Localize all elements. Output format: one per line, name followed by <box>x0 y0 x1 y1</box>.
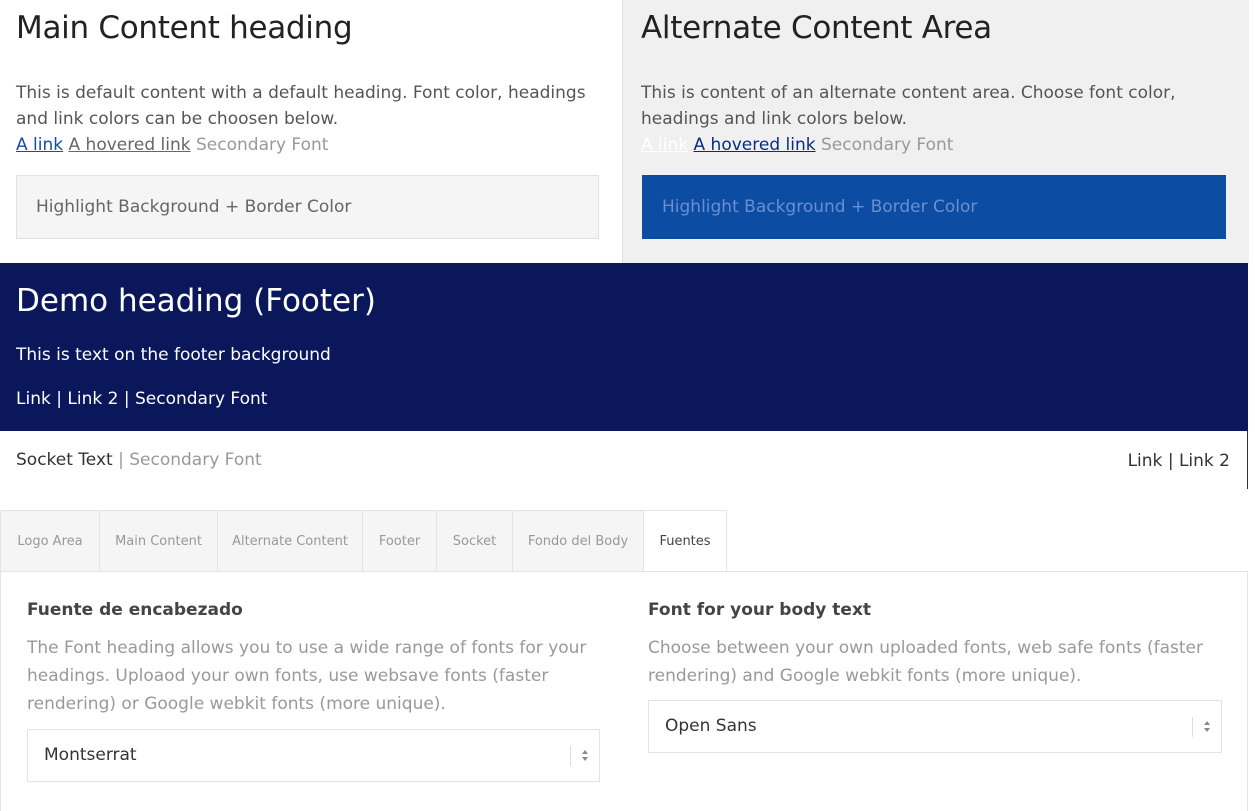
settings-tabs: Logo Area Main Content Alternate Content… <box>0 510 1248 573</box>
footer-text: This is text on the footer background <box>16 345 331 365</box>
main-content-heading: Main Content heading <box>16 10 353 46</box>
alt-link[interactable]: A link <box>641 135 688 155</box>
select-arrows-icon <box>1192 717 1211 737</box>
main-content-preview: Main Content heading This is default con… <box>0 0 622 263</box>
socket-separator: | <box>1167 451 1174 471</box>
heading-font-description: The Font heading allows you to use a wid… <box>27 638 587 714</box>
main-highlight-box: Highlight Background + Border Color <box>16 175 599 239</box>
socket-link-1[interactable]: Link <box>1128 451 1163 471</box>
tab-fuentes[interactable]: Fuentes <box>643 510 727 573</box>
socket-link-2[interactable]: Link 2 <box>1179 451 1230 471</box>
alternate-content-preview: Alternate Content Area This is content o… <box>622 0 1249 263</box>
tab-logo-area[interactable]: Logo Area <box>0 510 99 572</box>
alt-hovered-link[interactable]: A hovered link <box>694 135 816 155</box>
main-content-links: A link A hovered link Secondary Font <box>16 133 328 157</box>
tab-fondo-del-body[interactable]: Fondo del Body <box>512 510 643 572</box>
footer-separator: | <box>123 389 130 409</box>
socket-secondary-font: Secondary Font <box>129 450 262 470</box>
tab-alternate-content[interactable]: Alternate Content <box>217 510 362 572</box>
tab-footer[interactable]: Footer <box>362 510 436 572</box>
heading-font-title: Fuente de encabezado <box>27 600 243 620</box>
select-arrows-icon <box>570 746 589 766</box>
tab-main-content[interactable]: Main Content <box>99 510 217 572</box>
socket-text: Socket Text <box>16 450 113 470</box>
footer-link-2[interactable]: Link 2 <box>67 389 118 409</box>
socket-preview: Socket Text | Secondary Font Link | Link… <box>0 431 1248 489</box>
main-secondary-font: Secondary Font <box>196 135 329 155</box>
tab-socket[interactable]: Socket <box>436 510 512 572</box>
alt-secondary-font: Secondary Font <box>821 135 954 155</box>
alternate-content-heading: Alternate Content Area <box>641 10 992 46</box>
heading-font-select[interactable]: Montserrat <box>27 729 600 782</box>
footer-links: Link | Link 2 | Secondary Font <box>16 389 267 409</box>
footer-link-1[interactable]: Link <box>16 389 51 409</box>
main-link[interactable]: A link <box>16 135 63 155</box>
alternate-content-links: A link A hovered link Secondary Font <box>641 133 953 157</box>
body-font-selected: Open Sans <box>665 716 757 736</box>
socket-links: Link | Link 2 <box>1128 451 1230 471</box>
socket-left: Socket Text | Secondary Font <box>16 450 262 470</box>
body-font-title: Font for your body text <box>648 600 872 620</box>
alternate-content-paragraph: This is content of an alternate content … <box>641 83 1176 129</box>
footer-secondary-font: Secondary Font <box>134 389 268 409</box>
fonts-panel: Fuente de encabezado The Font heading al… <box>0 571 1248 811</box>
alt-highlight-box: Highlight Background + Border Color <box>642 175 1226 239</box>
body-font-select[interactable]: Open Sans <box>648 700 1222 753</box>
footer-heading: Demo heading (Footer) <box>16 283 376 319</box>
footer-separator: | <box>56 389 62 409</box>
main-hovered-link[interactable]: A hovered link <box>69 135 191 155</box>
heading-font-selected: Montserrat <box>44 745 137 765</box>
socket-separator: | <box>118 450 124 470</box>
color-preview: Main Content heading This is default con… <box>0 0 1249 263</box>
body-font-description: Choose between your own uploaded fonts, … <box>648 638 1204 686</box>
main-content-paragraph: This is default content with a default h… <box>16 83 586 129</box>
footer-preview: Demo heading (Footer) This is text on th… <box>0 263 1248 431</box>
